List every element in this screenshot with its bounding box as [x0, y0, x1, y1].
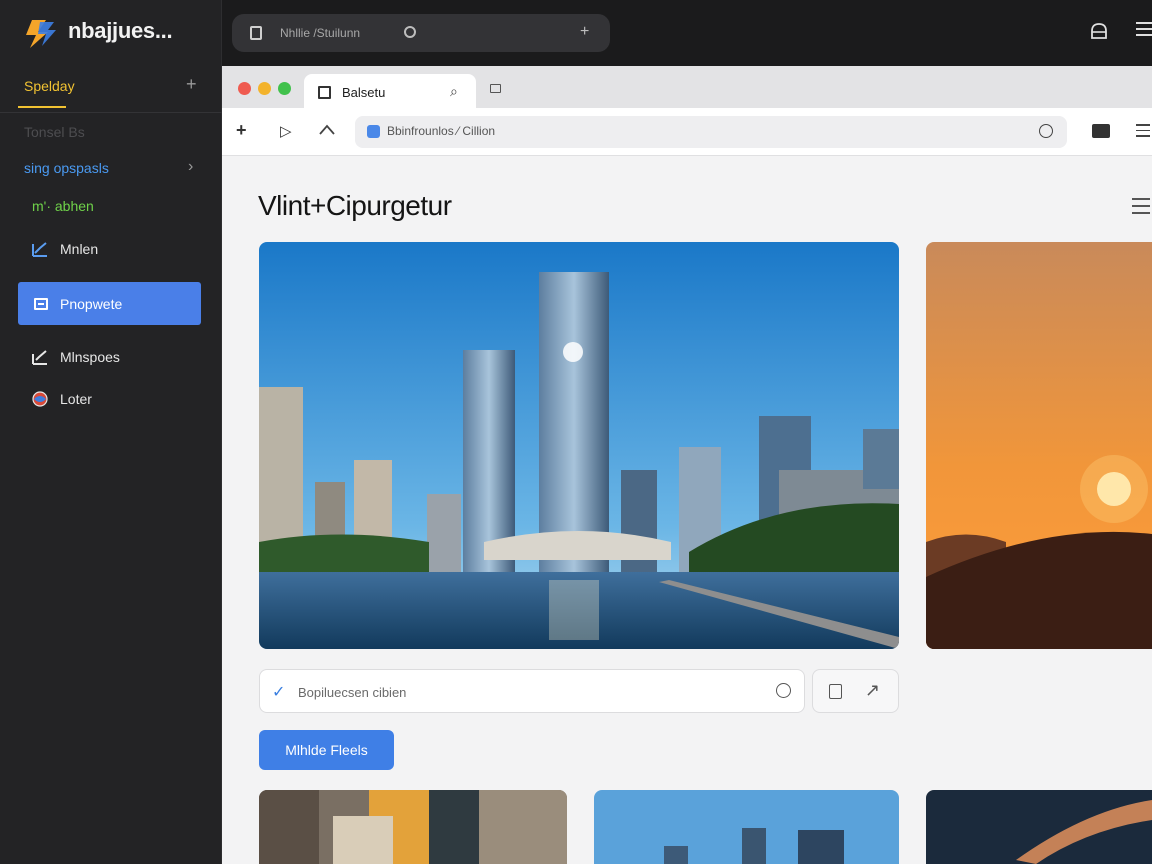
browser-window: Balsetu ⌕ + ▷ Bbinfrounlos ⁄ Cillion Vli… [222, 66, 1152, 864]
thumbnail-dusk[interactable] [926, 790, 1152, 864]
profile-icon[interactable] [1090, 22, 1108, 40]
menu-icon[interactable] [1136, 22, 1152, 38]
top-search-bar[interactable]: Nhllie /Stuilunn + [232, 14, 610, 52]
section-tab-indicator [18, 106, 66, 108]
thumbnail-skyline[interactable] [594, 790, 899, 864]
sidebar-status-label: m'· abhen [32, 198, 94, 214]
sidebar-item-loter[interactable]: Loter [32, 388, 92, 410]
sidebar-item-mlnspoes[interactable]: Mlnspoes [32, 346, 120, 368]
check-chart-icon [32, 350, 47, 365]
globe-icon [32, 391, 48, 407]
search-input[interactable]: ✓ Bopiluecsen cibien [259, 669, 805, 713]
trend-icon[interactable]: ↗ [865, 680, 880, 701]
lightning-logo-icon [26, 20, 56, 48]
add-icon[interactable]: + [186, 74, 197, 95]
site-icon [367, 125, 380, 138]
tab-favicon-icon [318, 86, 331, 99]
sidebar-item-label: Mlnspoes [60, 349, 120, 365]
search-icon[interactable] [404, 26, 416, 38]
tab-title: Balsetu [342, 85, 386, 100]
browser-nav-bar: + ▷ Bbinfrounlos ⁄ Cillion [222, 108, 1152, 156]
sidebar-item-mnlen[interactable]: Mnlen [32, 238, 98, 260]
new-tab-icon[interactable] [490, 84, 501, 93]
chart-icon [32, 242, 47, 257]
sidebar-link[interactable]: sing opspasls [24, 160, 109, 176]
check-icon: ✓ [272, 684, 286, 701]
minimize-window-button[interactable] [258, 82, 271, 95]
search-icon[interactable] [776, 683, 791, 698]
app-name: nbajjues... [68, 18, 173, 43]
up-icon[interactable] [318, 122, 336, 140]
search-icon[interactable] [1039, 124, 1053, 138]
tab-search-icon[interactable]: ⌕ [450, 83, 458, 100]
thumbnail-buildings[interactable] [259, 790, 567, 864]
sidebar-item-label: Pnopwete [60, 295, 123, 312]
sunset-image[interactable] [926, 242, 1152, 649]
url-text: Bbinfrounlos ⁄ Cillion [387, 124, 496, 138]
maximize-window-button[interactable] [278, 82, 291, 95]
page-title: Vlint+Cipurgetur [258, 190, 452, 221]
menu-icon[interactable] [1132, 198, 1150, 216]
add-icon[interactable]: + [236, 120, 247, 141]
sidebar-item-label: Loter [60, 391, 92, 407]
sidebar: nbajjues... Spelday + Tonsel Bs sing ops… [0, 0, 222, 864]
card-icon [34, 297, 48, 310]
sidebar-section-tab[interactable]: Spelday [24, 78, 75, 94]
hero-image-skyline[interactable] [259, 242, 899, 649]
tool-group: ↗ [812, 669, 899, 713]
browser-tab[interactable]: Balsetu ⌕ [304, 74, 476, 112]
chevron-right-icon[interactable]: › [188, 158, 193, 176]
primary-button[interactable]: Mlhlde Fleels [259, 730, 394, 770]
extension-icon[interactable] [1092, 124, 1110, 138]
add-icon[interactable]: + [580, 23, 589, 41]
close-window-button[interactable] [238, 82, 251, 95]
menu-icon[interactable] [1136, 124, 1150, 138]
url-bar[interactable]: Bbinfrounlos ⁄ Cillion [355, 116, 1067, 148]
top-search-text: Nhllie /Stuilunn [280, 26, 361, 40]
tab-strip: Balsetu ⌕ [222, 66, 1152, 112]
clipboard-icon[interactable] [829, 684, 842, 699]
document-icon [250, 26, 262, 40]
search-input-placeholder: Bopiluecsen cibien [298, 685, 407, 700]
forward-icon[interactable]: ▷ [280, 122, 292, 140]
sidebar-item-label: Mnlen [60, 241, 99, 257]
top-bar: Nhllie /Stuilunn + [222, 0, 1152, 66]
sidebar-item-pnopwete[interactable]: Pnopwete [18, 282, 201, 325]
sidebar-faded-label: Tonsel Bs [24, 124, 85, 140]
sidebar-divider [0, 112, 222, 113]
